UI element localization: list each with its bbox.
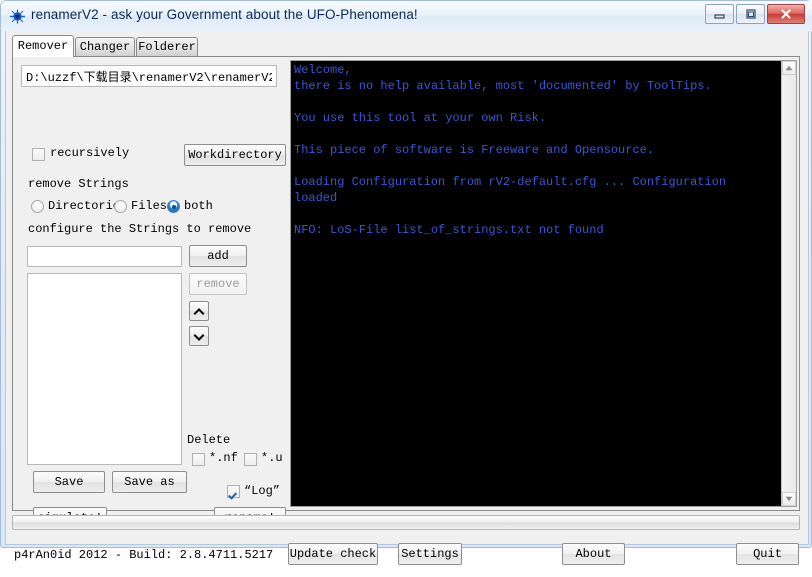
work-directory-path-input[interactable] bbox=[21, 65, 277, 87]
workdirectory-button[interactable]: Workdirectory bbox=[184, 144, 286, 166]
client-area: Remover Changer Folderer recursively Wor… bbox=[5, 31, 809, 565]
window-title: renamerV2 - ask your Government about th… bbox=[31, 7, 418, 22]
recursively-checkbox[interactable] bbox=[32, 148, 45, 161]
maximize-button[interactable] bbox=[736, 4, 765, 24]
settings-button[interactable]: Settings bbox=[398, 543, 462, 565]
add-string-button[interactable]: add bbox=[189, 245, 247, 267]
close-button[interactable] bbox=[767, 4, 805, 24]
save-button[interactable]: Save bbox=[33, 471, 105, 493]
scroll-up-icon[interactable] bbox=[782, 61, 796, 75]
save-as-button[interactable]: Save as bbox=[112, 471, 187, 493]
radio-both[interactable] bbox=[167, 200, 180, 213]
move-up-button[interactable] bbox=[189, 301, 209, 321]
tab-changer[interactable]: Changer bbox=[75, 37, 135, 57]
status-bar: p4rAn0id 2012 - Build: 2.8.4711.5217 Upd… bbox=[6, 531, 808, 577]
remove-string-button[interactable]: remove bbox=[189, 273, 247, 295]
radio-both-label: both bbox=[184, 199, 213, 213]
tab-folderer[interactable]: Folderer bbox=[136, 37, 198, 57]
recursively-label: recursively bbox=[50, 146, 130, 160]
delete-u-checkbox[interactable] bbox=[244, 453, 257, 466]
panel-splitter[interactable] bbox=[12, 515, 800, 530]
tab-page-remover: recursively Workdirectory remove Strings… bbox=[12, 56, 800, 529]
update-check-button[interactable]: Update check bbox=[288, 543, 378, 565]
remove-strings-label: remove Strings bbox=[28, 177, 129, 191]
radio-directories[interactable] bbox=[31, 200, 44, 213]
log-checkbox[interactable] bbox=[227, 485, 240, 498]
radio-files[interactable] bbox=[114, 200, 127, 213]
radio-files-label: Files bbox=[131, 199, 168, 213]
console-output-panel: Welcome, there is no help available, mos… bbox=[290, 60, 797, 507]
configure-strings-label: configure the Strings to remove bbox=[28, 222, 252, 236]
application-window: renamerV2 - ask your Government about th… bbox=[0, 0, 812, 565]
build-version-text: p4rAn0id 2012 - Build: 2.8.4711.5217 bbox=[14, 548, 274, 562]
delete-label: Delete bbox=[187, 433, 231, 447]
blue-orb-icon bbox=[9, 8, 26, 25]
delete-nf-label: *.nf bbox=[209, 451, 238, 465]
delete-nf-checkbox[interactable] bbox=[192, 453, 205, 466]
console-scrollbar[interactable] bbox=[781, 61, 796, 506]
quit-button[interactable]: Quit bbox=[736, 543, 799, 565]
string-to-remove-input[interactable] bbox=[27, 246, 182, 267]
tab-remover[interactable]: Remover bbox=[12, 35, 74, 57]
console-output-text: Welcome, there is no help available, mos… bbox=[294, 63, 727, 237]
minimize-button[interactable] bbox=[705, 4, 734, 24]
strings-listbox[interactable] bbox=[27, 273, 182, 465]
remover-controls-panel: recursively Workdirectory remove Strings… bbox=[13, 57, 286, 529]
scroll-down-icon[interactable] bbox=[782, 492, 796, 506]
log-label: “Log” bbox=[244, 484, 281, 498]
tab-strip: Remover Changer Folderer bbox=[12, 35, 800, 57]
about-button[interactable]: About bbox=[562, 543, 625, 565]
move-down-button[interactable] bbox=[189, 326, 209, 346]
title-bar[interactable]: renamerV2 - ask your Government about th… bbox=[1, 1, 812, 31]
delete-u-label: *.u bbox=[261, 451, 283, 465]
